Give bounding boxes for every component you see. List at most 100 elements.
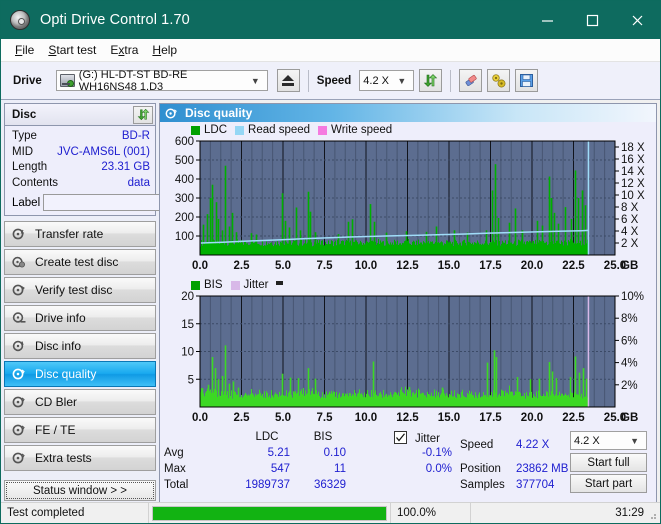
sidebar: Disc Type BD-R MID JVC-AMS6L (001) Lengt… xyxy=(1,100,248,505)
sidebar-item-drive-info[interactable]: Drive info xyxy=(4,305,156,331)
app-disc-icon xyxy=(10,10,30,30)
svg-text:4%: 4% xyxy=(621,358,638,370)
progress-fill xyxy=(153,506,386,520)
svg-text:2%: 2% xyxy=(621,380,638,392)
refresh-button[interactable] xyxy=(419,69,443,92)
menu-start-test[interactable]: Start test xyxy=(43,41,105,59)
svg-text:300: 300 xyxy=(175,193,194,205)
svg-text:6%: 6% xyxy=(621,335,638,347)
speed-label: Speed xyxy=(316,74,352,87)
svg-text:15.0: 15.0 xyxy=(438,412,460,424)
chart-bottom-canvas[interactable]: 5 10 15 20 2% 4% 6% 8% 10% 0.0 2.5 5.0 7.5 10.0 12.5 15… xyxy=(160,277,655,429)
sidebar-item-fe-te[interactable]: FE / TE xyxy=(4,417,156,443)
test-speed-select[interactable]: 4.2 X ▼ xyxy=(570,431,647,450)
svg-text:15.0: 15.0 xyxy=(438,260,460,272)
svg-text:0.0: 0.0 xyxy=(192,260,208,272)
stats-jitter-max: 0.0% xyxy=(425,463,452,475)
svg-text:0.0: 0.0 xyxy=(192,412,208,424)
legend-label-read-speed: Read speed xyxy=(248,124,311,136)
sidebar-item-extra-tests[interactable]: Extra tests xyxy=(4,445,156,471)
svg-text:500: 500 xyxy=(175,155,194,167)
svg-text:100: 100 xyxy=(175,231,194,243)
sidebar-item-cd-bler[interactable]: CD Bler xyxy=(4,389,156,415)
sidebar-item-label: Disc quality xyxy=(35,367,97,381)
speed-select[interactable]: 4.2 X ▼ xyxy=(359,70,415,91)
save-icon xyxy=(520,74,534,87)
tools-button[interactable] xyxy=(487,69,511,92)
menu-file[interactable]: File xyxy=(10,41,43,59)
svg-text:20.0: 20.0 xyxy=(521,260,543,272)
drive-icon xyxy=(59,74,75,87)
svg-text:2.5: 2.5 xyxy=(234,260,251,272)
status-window-button[interactable]: Status window > > xyxy=(4,480,156,501)
eject-button[interactable] xyxy=(276,69,300,92)
svg-text:14 X: 14 X xyxy=(621,166,645,178)
disc-refresh-button[interactable] xyxy=(133,105,153,124)
stats-row-label-avg: Avg xyxy=(164,447,184,459)
sidebar-item-label: Verify test disc xyxy=(35,283,113,297)
check-icon xyxy=(396,433,405,442)
erase-button[interactable] xyxy=(459,69,483,92)
sidebar-item-label: Drive info xyxy=(35,311,86,325)
start-full-button[interactable]: Start full xyxy=(570,453,647,472)
stats-bis-total: 36329 xyxy=(314,479,346,491)
position-stat-value: 23862 MB xyxy=(516,463,569,475)
legend-label-ldc: LDC xyxy=(204,124,228,136)
jitter-label: Jitter xyxy=(415,433,440,445)
disc-row-value: data xyxy=(127,176,150,189)
svg-text:5.0: 5.0 xyxy=(275,412,291,424)
stats-row-label-total: Total xyxy=(164,479,189,491)
svg-text:2 X: 2 X xyxy=(621,238,639,250)
stats-jitter-avg: -0.1% xyxy=(421,447,452,459)
sidebar-item-label: Extra tests xyxy=(35,451,92,465)
sidebar-item-disc-quality[interactable]: Disc quality xyxy=(4,361,156,387)
sidebar-item-disc-info[interactable]: Disc info xyxy=(4,333,156,359)
stats-header-ldc: LDC xyxy=(255,431,279,443)
legend-label-write-speed: Write speed xyxy=(331,124,393,136)
close-icon[interactable] xyxy=(615,1,660,39)
svg-text:12.5: 12.5 xyxy=(396,412,419,424)
speed-stat-label: Speed xyxy=(460,439,494,451)
speed-stat-value: 4.22 X xyxy=(516,439,550,451)
sidebar-item-create-test-disc[interactable]: Create test disc xyxy=(4,249,156,275)
samples-stat-value: 377704 xyxy=(516,479,555,491)
elapsed-time: 31:29 xyxy=(615,507,644,519)
chart-top: LDC Read speed Write speed 100 200 300 400 5… xyxy=(160,122,656,277)
disc-panel-title: Disc xyxy=(12,108,37,121)
chart-top-canvas[interactable]: 100 200 300 400 500 600 2 X4 X6 X8 X10 X12 X14… xyxy=(160,122,655,277)
disc-label-key: Label xyxy=(12,196,41,209)
save-button[interactable] xyxy=(515,69,539,92)
start-part-button[interactable]: Start part xyxy=(570,474,647,493)
menu-help[interactable]: Help xyxy=(147,41,186,59)
legend-swatch-write-speed xyxy=(318,125,328,135)
svg-text:4 X: 4 X xyxy=(621,226,639,238)
jitter-checkbox[interactable] xyxy=(394,431,407,444)
svg-text:15: 15 xyxy=(181,319,194,331)
toolbar-separator-2 xyxy=(450,69,452,92)
maximize-icon[interactable] xyxy=(570,1,615,39)
stats-header-bis: BIS xyxy=(313,431,333,443)
svg-text:7.5: 7.5 xyxy=(317,260,334,272)
sidebar-item-transfer-rate[interactable]: Transfer rate xyxy=(4,221,156,247)
svg-text:16 X: 16 X xyxy=(621,154,645,166)
svg-text:7.5: 7.5 xyxy=(317,412,334,424)
main-panel: Disc quality LDC Read speed Write speed … xyxy=(159,103,657,505)
sidebar-item-verify-test-disc[interactable]: Verify test disc xyxy=(4,277,156,303)
svg-text:10%: 10% xyxy=(621,291,644,303)
stats-row-label-max: Max xyxy=(164,463,186,475)
toolbar: Drive (G:) HL-DT-ST BD-RE WH16NS48 1.D3 … xyxy=(1,62,660,100)
window-controls xyxy=(525,1,660,39)
resize-grip-icon[interactable] xyxy=(647,510,657,520)
status-bar: Test completed 100.0% 31:29 xyxy=(1,502,660,523)
drive-select[interactable]: (G:) HL-DT-ST BD-RE WH16NS48 1.D3 ▼ xyxy=(55,69,268,93)
disc-verify-icon xyxy=(12,283,26,297)
sidebar-nav: Transfer rate Create test disc Verify te… xyxy=(4,221,156,471)
stats-bis-avg: 0.10 xyxy=(323,447,346,459)
minimize-icon[interactable] xyxy=(525,1,570,39)
svg-text:17.5: 17.5 xyxy=(479,412,502,424)
svg-text:12.5: 12.5 xyxy=(396,260,419,272)
refresh-icon xyxy=(137,108,149,121)
menu-extra[interactable]: Extra xyxy=(105,41,147,59)
sidebar-item-label: Transfer rate xyxy=(35,227,104,241)
